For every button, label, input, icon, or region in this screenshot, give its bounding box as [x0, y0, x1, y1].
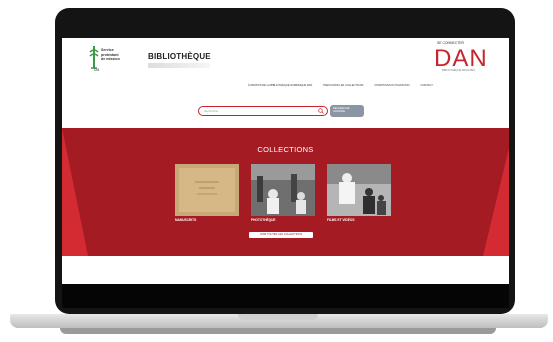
page-footer-band — [62, 256, 509, 284]
dan-subtitle: BIBLIOTHÈQUE ARCHIVES — [442, 69, 476, 72]
card-label-photos[interactable]: PHOTOTHÈQUE — [251, 218, 276, 222]
browser-screen: Service protestant de mission DM BIBLIOT… — [62, 38, 509, 284]
search-placeholder: Rechercher — [204, 109, 219, 113]
photo-thumbnail[interactable] — [251, 164, 315, 216]
film-thumbnail[interactable] — [327, 164, 391, 216]
laptop-mockup: Service protestant de mission DM BIBLIOT… — [0, 0, 553, 342]
nav-item-terms[interactable]: CONDITIONS D'UTILISATION — [374, 84, 409, 87]
manuscript-thumbnail[interactable] — [175, 164, 239, 216]
brand-title[interactable]: BIBLIOTHÈQUE — [148, 52, 211, 61]
logo-abbr: DM — [94, 68, 100, 72]
advanced-search-button[interactable]: RECHERCHE AVANCÉE — [330, 105, 364, 117]
laptop-base-shadow — [60, 328, 496, 334]
collection-card-manuscripts[interactable] — [175, 164, 239, 216]
card-label-manuscripts[interactable]: MANUSCRITS — [175, 218, 196, 222]
decor-triangle-right — [483, 148, 509, 256]
logo-text: Service protestant de mission — [101, 48, 120, 62]
nav-item-browse[interactable]: PARCOURIR LES COLLECTIONS — [323, 84, 363, 87]
collection-card-photos[interactable] — [251, 164, 315, 216]
screen-bottom-bar — [62, 284, 509, 308]
all-collections-button[interactable]: VOIR TOUTES LES COLLECTIONS — [249, 232, 313, 238]
card-label-films[interactable]: FILMS ET VIDÉOS — [327, 218, 354, 222]
laptop-notch — [238, 314, 318, 320]
nav-item-contact[interactable]: CONTACT — [421, 84, 433, 87]
logo-line-3: de mission — [101, 57, 120, 61]
search-icon[interactable] — [318, 108, 324, 114]
dm-logo-icon[interactable] — [89, 45, 99, 69]
collections-title: COLLECTIONS — [257, 145, 314, 154]
collection-card-films[interactable] — [327, 164, 391, 216]
nav-item-about[interactable]: À PROPOS DE LA BIBLIOTHÈQUE NUMÉRIQUE DA… — [248, 84, 312, 87]
brand-underline — [148, 63, 210, 68]
search-input[interactable]: Rechercher — [198, 106, 328, 116]
main-nav: À PROPOS DE LA BIBLIOTHÈQUE NUMÉRIQUE DA… — [248, 84, 468, 87]
site-header: Service protestant de mission DM BIBLIOT… — [62, 38, 509, 80]
collections-section: COLLECTIONS MANUSCRITS PHOTOTHÈQUE FILMS… — [62, 128, 509, 256]
